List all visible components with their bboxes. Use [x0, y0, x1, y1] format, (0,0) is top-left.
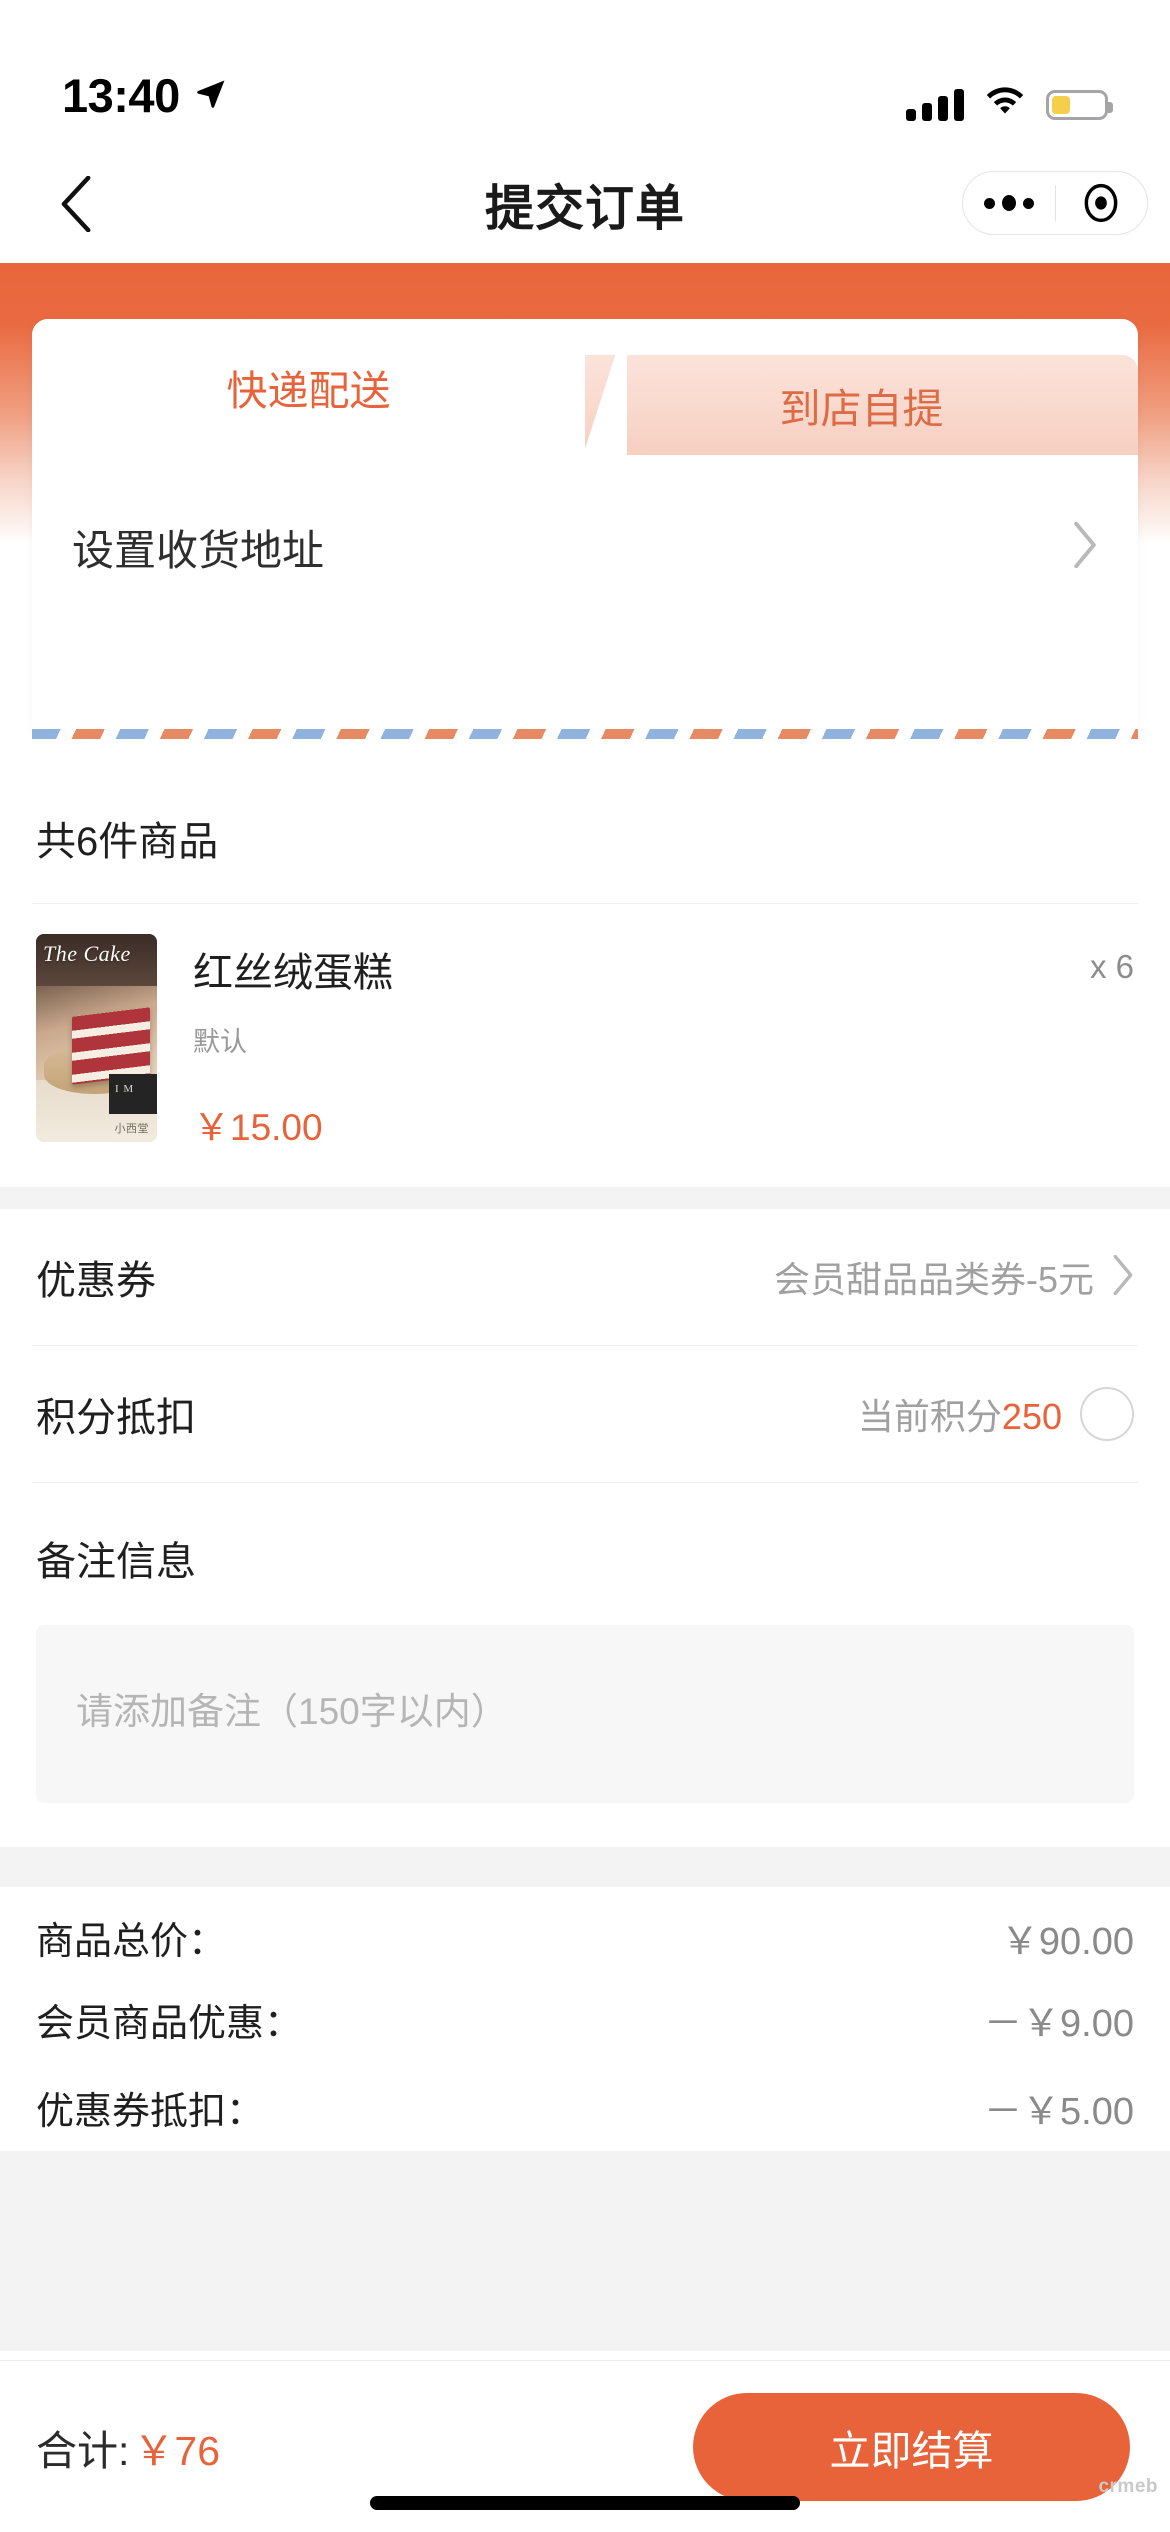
- points-row[interactable]: 积分抵扣 当前积分250: [0, 1346, 1170, 1482]
- nav-bar: 提交订单: [0, 145, 1170, 263]
- cellular-signal-icon: [906, 88, 964, 121]
- coupon-label: 优惠券: [36, 1259, 156, 1303]
- delivery-card: 快递配送 到店自提 设置收货地址: [32, 319, 1138, 729]
- tab-store-pickup-label: 到店自提: [779, 386, 944, 432]
- radio-unchecked-icon[interactable]: [1080, 1387, 1134, 1441]
- checkout-button[interactable]: 立即结算: [693, 2392, 1130, 2501]
- ellipsis-icon[interactable]: [963, 195, 1055, 211]
- notes-title: 备注信息: [36, 1540, 196, 1584]
- product-info: 红丝绒蛋糕 默认 ￥15.00: [157, 934, 1090, 1151]
- status-bar-left: 13:40: [62, 68, 228, 123]
- set-address-row[interactable]: 设置收货地址: [32, 455, 1138, 639]
- tab-express-delivery[interactable]: 快递配送: [32, 319, 627, 455]
- thumbnail-dark-card: [109, 1074, 157, 1114]
- points-label: 积分抵扣: [36, 1396, 196, 1440]
- back-button[interactable]: [42, 169, 112, 239]
- section-gap: [0, 1187, 1170, 1209]
- points-right: 当前积分250: [858, 1387, 1134, 1441]
- product-thumbnail: The Cake 小西堂: [36, 934, 157, 1142]
- product-price: ￥15.00: [193, 1107, 323, 1148]
- order-total-value: ￥76: [133, 2427, 221, 2474]
- checkout-bar: 合计: ￥76 立即结算 crmeb: [0, 2360, 1170, 2532]
- product-spec: 默认: [193, 1027, 247, 1057]
- status-time: 13:40: [62, 69, 180, 122]
- goods-section: 共6件商品 The Cake 小西堂 红丝绒蛋糕 默认 ￥15.00 x 6: [0, 765, 1170, 1187]
- battery-icon: [1046, 89, 1113, 120]
- coupon-right: 会员甜品品类券-5元: [774, 1251, 1134, 1303]
- thumbnail-caption: The Cake: [43, 941, 131, 966]
- status-bar-right: [906, 86, 1113, 123]
- bottom-gap: [0, 2151, 1170, 2351]
- location-arrow-icon: [194, 76, 228, 115]
- summary-section: 商品总价： ￥90.00 会员商品优惠： －￥9.00 优惠券抵扣： －￥5.0…: [0, 1887, 1170, 2151]
- watermark: crmeb: [1098, 2476, 1158, 2497]
- points-hint: 当前积分250: [858, 1388, 1062, 1440]
- order-total: 合计: ￥76: [36, 2417, 220, 2477]
- summary-row: 会员商品优惠： －￥9.00: [0, 1975, 1170, 2063]
- thumbnail-brand: 小西堂: [114, 1123, 149, 1135]
- wifi-icon: [984, 86, 1026, 123]
- target-icon[interactable]: [1056, 181, 1148, 225]
- summary-label: 优惠券抵扣：: [36, 2090, 265, 2133]
- summary-value: －￥5.00: [984, 2090, 1134, 2133]
- order-total-label: 合计:: [36, 2427, 130, 2474]
- delivery-tabs: 快递配送 到店自提: [32, 319, 1138, 455]
- product-quantity: x 6: [1089, 948, 1134, 985]
- notes-input[interactable]: 请添加备注（150字以内）: [36, 1625, 1134, 1803]
- tab-store-pickup[interactable]: 到店自提: [541, 355, 1138, 455]
- home-indicator: [370, 2496, 800, 2510]
- summary-value: ￥90.00: [1000, 1920, 1134, 1963]
- coupon-section: 优惠券 会员甜品品类券-5元 积分抵扣 当前积分250 备注信息 请添加备注（1…: [0, 1209, 1170, 1803]
- points-hint-value: 250: [1001, 1396, 1062, 1437]
- summary-row: 商品总价： ￥90.00: [0, 1887, 1170, 1975]
- product-name: 红丝绒蛋糕: [193, 951, 393, 995]
- coupon-value: 会员甜品品类券-5元: [773, 1259, 1094, 1300]
- coupon-row[interactable]: 优惠券 会员甜品品类券-5元: [0, 1209, 1170, 1345]
- chevron-right-icon: [1112, 1254, 1134, 1300]
- goods-item[interactable]: The Cake 小西堂 红丝绒蛋糕 默认 ￥15.00 x 6: [0, 904, 1170, 1187]
- goods-count: 共6件商品: [36, 820, 219, 864]
- summary-row: 优惠券抵扣： －￥5.00: [0, 2063, 1170, 2151]
- tab-express-delivery-label: 快递配送: [226, 368, 391, 414]
- miniprogram-capsule: [962, 171, 1148, 235]
- summary-value: －￥9.00: [984, 2002, 1134, 2045]
- status-bar: 13:40: [0, 0, 1170, 145]
- app-screen: 13:40 提交订单 快递配送 到店自提 设置收货地址 共6件商品 The Ca…: [0, 0, 1170, 2532]
- chevron-right-icon: [1072, 521, 1098, 573]
- summary-label: 商品总价：: [36, 1920, 227, 1963]
- delivery-hero: 快递配送 到店自提 设置收货地址: [0, 263, 1170, 739]
- summary-label: 会员商品优惠：: [36, 2002, 303, 2045]
- section-gap: [0, 1847, 1170, 1887]
- points-hint-label: 当前积分: [857, 1396, 1002, 1437]
- set-address-label: 设置收货地址: [72, 526, 325, 574]
- notes-placeholder: 请添加备注（150字以内）: [76, 1691, 508, 1732]
- envelope-dashed-border: [32, 729, 1138, 739]
